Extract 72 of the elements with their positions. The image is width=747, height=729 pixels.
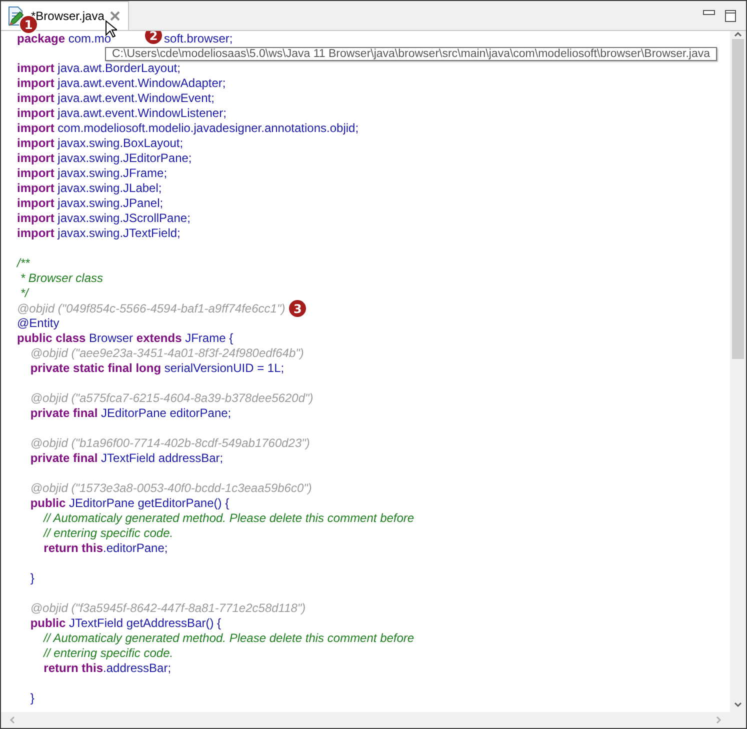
- comment-text: */: [19, 286, 28, 300]
- comment-text: /**: [17, 256, 30, 270]
- code-text: javax.swing.JEditorPane;: [56, 151, 192, 165]
- keyword-text: import: [17, 211, 54, 225]
- keyword-text: private final: [29, 406, 98, 420]
- maximize-icon[interactable]: [725, 10, 736, 22]
- comment-text: * Browser class: [19, 271, 104, 285]
- keyword-text: public: [29, 616, 66, 630]
- code-text: @Entity: [17, 316, 60, 330]
- code-text: java.awt.event.WindowListener;: [56, 106, 226, 120]
- keyword-text: extends: [136, 331, 182, 345]
- code-text: javax.swing.BoxLayout;: [56, 136, 184, 150]
- callout-badge: 3: [289, 300, 306, 317]
- code-text: java.awt.BorderLayout;: [56, 61, 180, 75]
- code-text: JFrame {: [184, 331, 234, 345]
- code-text: }: [29, 571, 34, 585]
- keyword-text: import: [17, 61, 54, 75]
- keyword-text: import: [17, 196, 54, 210]
- comment-text: // Automaticaly generated method. Please delete this comment before: [42, 511, 414, 525]
- keyword-text: import: [17, 151, 54, 165]
- comment-text: // entering specific code.: [42, 646, 174, 660]
- keyword-text: return this: [42, 661, 104, 675]
- keyword-text: public class: [17, 331, 86, 345]
- keyword-text: import: [17, 91, 54, 105]
- keyword-text: return this: [42, 541, 104, 555]
- code-text: .editorPane;: [103, 541, 168, 555]
- code-text: com.modeliosoft.modelio.javadesigner.annotations.objid;: [56, 121, 359, 135]
- keyword-text: import: [17, 166, 54, 180]
- code-text: java.awt.event.WindowAdapter;: [56, 76, 226, 90]
- code-text: java.awt.event.WindowEvent;: [56, 91, 214, 105]
- keyword-text: public: [29, 496, 66, 510]
- code-text: .addressBar;: [103, 661, 172, 675]
- annotation-text: @objid ("b1a96f00-7714-402b-8cdf-549ab1760d23"): [29, 436, 310, 450]
- scroll-down-icon[interactable]: [734, 702, 742, 708]
- keyword-text: import: [17, 121, 54, 135]
- code-text: javax.swing.JFrame;: [56, 166, 168, 180]
- keyword-text: private static final long: [29, 361, 162, 375]
- code-text: com.mo: [67, 32, 112, 46]
- close-icon[interactable]: [110, 11, 120, 21]
- keyword-text: import: [17, 106, 54, 120]
- code-text: JTextField addressBar;: [100, 451, 224, 465]
- annotation-text: @objid ("a575fca7-6215-4604-8a39-b378dee5620d"): [29, 391, 314, 405]
- code-text: serialVersionUID = 1L;: [163, 361, 284, 375]
- comment-text: // Automaticaly generated method. Please delete this comment before: [42, 631, 414, 645]
- scroll-right-icon[interactable]: [716, 716, 722, 724]
- code-text: JEditorPane getEditorPane() {: [68, 496, 230, 510]
- code-text: Browser: [88, 331, 134, 345]
- keyword-text: import: [17, 136, 54, 150]
- annotation-text: @objid ("f3a5945f-8642-447f-8a81-771e2c58d118"): [29, 601, 306, 615]
- scroll-up-icon[interactable]: [734, 31, 742, 37]
- code-text: JTextField getAddressBar() {: [68, 616, 222, 630]
- code-text: }: [29, 691, 34, 705]
- mouse-cursor-icon: [105, 20, 117, 38]
- code-text: javax.swing.JScrollPane;: [56, 211, 190, 225]
- keyword-text: package: [17, 32, 66, 46]
- comment-text: // entering specific code.: [42, 526, 174, 540]
- keyword-text: import: [17, 181, 54, 195]
- code-text: javax.swing.JLabel;: [56, 181, 162, 195]
- annotation-text: @objid ("1573e3a8-0053-40f0-bcdd-1c3eaa59b6c0"): [29, 481, 312, 495]
- code-text: javax.swing.JTextField;: [56, 226, 180, 240]
- file-edit-icon: [7, 6, 25, 26]
- keyword-text: import: [17, 226, 54, 240]
- annotation-text: @objid ("049f854c-5566-4594-baf1-a9ff74fe6cc1"): [17, 302, 286, 316]
- annotation-text: @objid ("aee9e23a-3451-4a01-8f3f-24f980edf64b"): [29, 346, 304, 360]
- code-text: soft.browser;: [164, 32, 233, 46]
- code-text: javax.swing.JPanel;: [56, 196, 164, 210]
- keyword-text: private final: [29, 451, 98, 465]
- keyword-text: import: [17, 76, 54, 90]
- code-text: JEditorPane editorPane;: [100, 406, 232, 420]
- file-path-tooltip: C:\Users\cde\modeliosaas\5.0\ws\Java 11 Browser\java\browser\src\main\java\com\modeliosoft\browser\Browser.java: [105, 47, 718, 61]
- scroll-left-icon[interactable]: [9, 716, 15, 724]
- minimize-icon[interactable]: [703, 10, 715, 16]
